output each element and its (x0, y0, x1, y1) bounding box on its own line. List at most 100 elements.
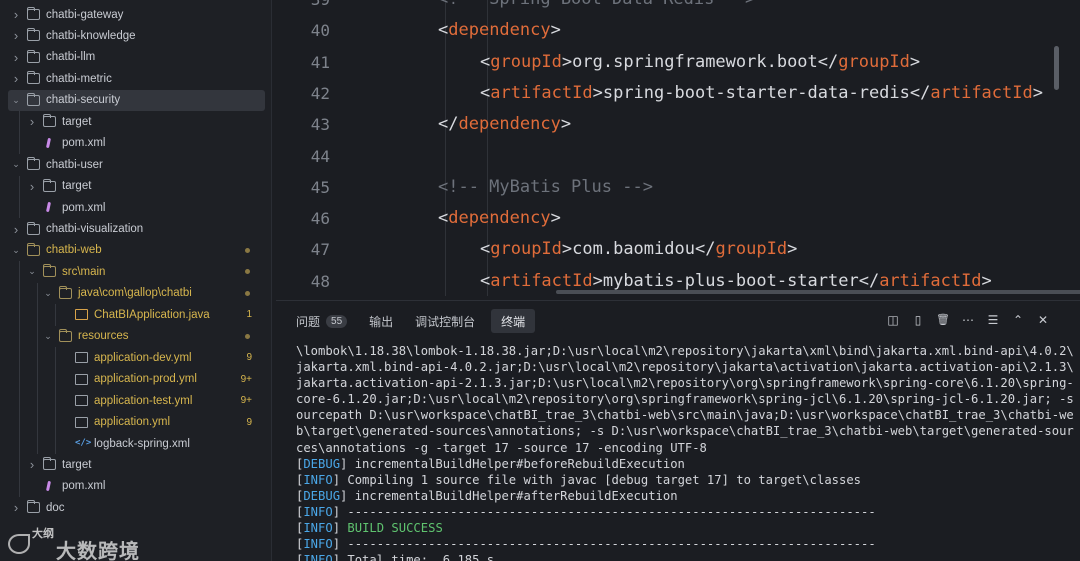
terminal-line: jakarta.xml.bind-api-4.0.2.jar;D:\usr\lo… (296, 359, 1074, 375)
log-level: INFO (303, 553, 333, 561)
code-line[interactable]: 46 <dependency> (276, 203, 1080, 234)
code-text: <artifactId>mybatis-plus-boot-starter</a… (480, 266, 992, 296)
xml-text: < (480, 270, 491, 291)
tree-file-item[interactable]: pom.xml (0, 197, 271, 218)
tree-file-item[interactable]: </> logback-spring.xml (0, 433, 271, 454)
xml-text: > (1032, 82, 1043, 103)
tree-folder-item[interactable]: › target (0, 454, 271, 475)
terminal-output[interactable]: \lombok\1.18.38\lombok-1.18.38.jar;D:\us… (296, 343, 1074, 561)
more-icon[interactable]: ⋯ (961, 312, 975, 328)
tree-item-label: logback-spring.xml (94, 437, 190, 450)
log-text: Total time: 6.185 s (340, 553, 495, 561)
code-line[interactable]: 45 <!-- MyBatis Plus --> (276, 172, 1080, 203)
xml-tag-name: groupId (715, 239, 788, 260)
log-level: INFO (303, 521, 333, 536)
tree-folder-item[interactable]: › chatbi-metric (0, 68, 271, 89)
problem-count-badge: 9 (246, 416, 252, 428)
tree-file-item[interactable]: application-test.yml 9+ (0, 390, 271, 411)
code-line[interactable]: 39 <!-- Spring Boot Data Redis --> (276, 0, 1080, 15)
code-line[interactable]: 48 <artifactId>mybatis-plus-boot-starter<… (276, 266, 1080, 296)
xml-tag-name: artifactId (490, 270, 593, 291)
tree-folder-item[interactable]: › chatbi-knowledge (0, 25, 271, 46)
xml-text: >spring-boot-starter-data-redis</ (592, 82, 931, 103)
code-line[interactable]: 43 </dependency> (276, 109, 1080, 140)
xml-comment: <!-- Spring Boot Data Redis --> (438, 0, 755, 9)
tree-folder-item[interactable]: ⌄ src\main (0, 261, 271, 282)
list-icon[interactable]: ☰ (986, 312, 1000, 328)
xml-text: > (787, 239, 798, 260)
tree-item-label: application.yml (94, 416, 171, 429)
chevron-up-icon[interactable]: ⌃ (1011, 312, 1025, 328)
code-line[interactable]: 41 <groupId>org.springframework.boot</gro… (276, 47, 1080, 78)
chevron-right-icon: › (13, 500, 19, 516)
tree-folder-item[interactable]: › target (0, 176, 271, 197)
line-number: 40 (310, 21, 330, 41)
code-line[interactable]: 44 (276, 141, 1080, 172)
bottom-panel: 问题 55 输出 调试控制台 终端 ◫ ▯ 🗑 ⋯ ☰ ⌃ ✕ \lombok\1.18.38\lo… (276, 300, 1080, 561)
terminal-line: b\target\generated-sources\annotations; … (296, 423, 1074, 439)
tree-file-item[interactable]: application-prod.yml 9+ (0, 369, 271, 390)
xml-text: >com.baomidou</ (561, 239, 716, 260)
tree-folder-item[interactable]: › chatbi-llm (0, 47, 271, 68)
modified-dot-icon (245, 333, 250, 339)
tree-folder-item[interactable]: › target (0, 111, 271, 132)
tree-folder-item[interactable]: ⌄ chatbi-security (8, 89, 265, 111)
xml-text: < (480, 239, 491, 260)
yaml-file-icon (75, 395, 88, 407)
tree-folder-item[interactable]: ⌄ java\com\gallop\chatbi (0, 283, 271, 304)
log-text: incrementalBuildHelper#beforeRebuildExec… (347, 456, 685, 471)
log-text: Compiling 1 source file with javac [debu… (340, 472, 862, 487)
panel-layout-icon[interactable]: ▯ (911, 312, 925, 328)
tree-item-label: java\com\gallop\chatbi (78, 287, 192, 300)
panel-tab[interactable]: 输出 (367, 309, 395, 333)
code-editor[interactable]: 39<!-- Spring Boot Data Redis --> 40 < depe… (276, 0, 1080, 296)
code-line[interactable]: 40 <dependency> (276, 15, 1080, 46)
xml-text: < (480, 51, 491, 72)
split-layout-icon[interactable]: ◫ (886, 312, 900, 328)
tree-item-label: resources (78, 330, 129, 343)
tree-folder-item[interactable]: › doc (0, 497, 271, 518)
xml-tag-name: artifactId (930, 82, 1033, 103)
code-text: <!-- MyBatis Plus --> (438, 172, 653, 203)
xml-text: < (438, 20, 449, 41)
tree-folder-item[interactable]: ⌄ resources (0, 326, 271, 347)
code-line[interactable]: 42 <artifactId>spring-boot-starter-data-r… (276, 78, 1080, 109)
terminal-line: core-6.1.20.jar;D:\usr\local\m2\reposito… (296, 391, 1074, 407)
panel-tab[interactable]: 问题 55 (294, 309, 349, 333)
code-line[interactable]: 47 <groupId>com.baomidou</groupId> (276, 234, 1080, 265)
chevron-down-icon: ⌄ (12, 94, 20, 105)
tree-folder-item[interactable]: ⌄ chatbi-user (0, 154, 271, 175)
code-text: <!-- Spring Boot Data Redis --> (438, 0, 755, 15)
code-text: <groupId>org.springframework.boot</group… (480, 47, 920, 78)
modified-dot-icon (245, 247, 250, 253)
panel-tab[interactable]: 终端 (491, 309, 536, 333)
tree-item-label: chatbi-web (46, 244, 102, 257)
panel-actions: ◫ ▯ 🗑 ⋯ ☰ ⌃ ✕ (886, 312, 1050, 328)
panel-tab[interactable]: 调试控制台 (413, 309, 477, 333)
tree-folder-item[interactable]: › chatbi-visualization (0, 219, 271, 240)
terminal-line: ces\annotations -g -target 17 -source 17… (296, 440, 1066, 456)
tree-folder-item[interactable]: ⌄ chatbi-web (0, 240, 271, 261)
file-explorer: › chatbi-gateway › chatbi-knowledge › chatbi-… (0, 0, 272, 561)
tree-file-item[interactable]: pom.xml (0, 476, 271, 497)
tree-file-item[interactable]: ChatBIApplication.java 1 (0, 304, 271, 325)
tree-file-item[interactable]: pom.xml (0, 133, 271, 154)
tree-file-item[interactable]: application-dev.yml 9 (0, 347, 271, 368)
tree-item-label: target (62, 180, 92, 193)
chevron-right-icon: › (13, 49, 19, 65)
xml-tag-name: dependency (448, 208, 551, 229)
log-level: INFO (303, 472, 333, 487)
chevron-right-icon: › (13, 221, 19, 237)
terminal-line: [INFO] Compiling 1 source file with java… (296, 472, 1066, 488)
maven-feather-icon (43, 202, 56, 213)
log-bracket: ] (332, 504, 341, 519)
trash-icon[interactable]: 🗑 (936, 312, 950, 328)
tree-item-label: chatbi-llm (46, 51, 96, 64)
watermark-big-text: 大数跨境 (56, 541, 140, 561)
tree-folder-item[interactable]: › chatbi-gateway (0, 4, 271, 25)
tree-item-label: target (62, 458, 92, 471)
chevron-right-icon: › (13, 71, 19, 87)
close-icon[interactable]: ✕ (1036, 312, 1050, 328)
tree-file-item[interactable]: application.yml 9 (0, 412, 271, 433)
modified-dot-icon (245, 269, 250, 275)
